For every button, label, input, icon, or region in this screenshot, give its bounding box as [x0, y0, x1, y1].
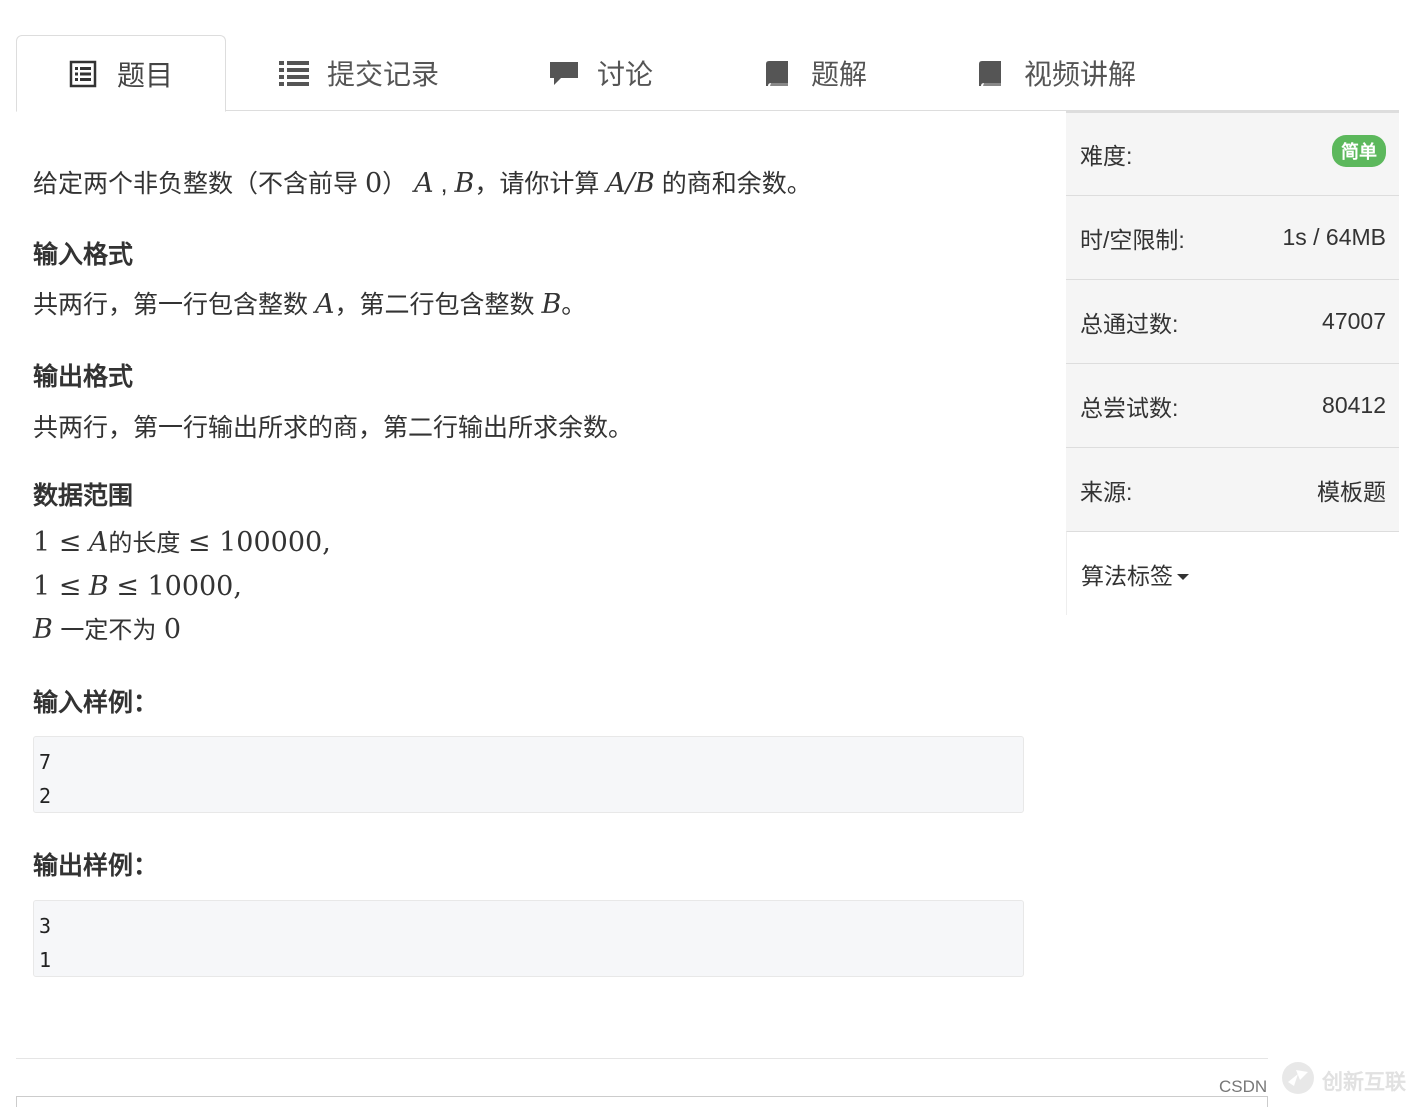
data-range: 1 ≤ A的长度 ≤ 100000, 1 ≤ B ≤ 10000, B 一定不为… — [33, 521, 331, 652]
input-format-text: 共两行，第一行包含整数 A，第二行包含整数 B。 — [33, 285, 586, 321]
tab-discussion[interactable]: 讨论 — [549, 35, 653, 111]
source-label: 来源: — [1080, 478, 1133, 505]
tab-solutions[interactable]: 题解 — [763, 35, 867, 111]
limit-row: 时/空限制: 1s / 64MB — [1066, 195, 1399, 279]
range-line-3: B 一定不为 0 — [33, 608, 331, 652]
tried-label: 总尝试数: — [1080, 394, 1179, 421]
sample-output-block[interactable]: 3 1 — [33, 900, 1024, 977]
range-line-2: 1 ≤ B ≤ 10000, — [33, 565, 331, 608]
sample-input-line: 7 — [39, 750, 52, 774]
problem-info-sidebar: 难度: 简单 时/空限制: 1s / 64MB 总通过数: 47007 总尝试数… — [1066, 111, 1399, 615]
tried-row: 总尝试数: 80412 — [1066, 363, 1399, 447]
book-icon — [976, 59, 1004, 87]
tab-bar: 题目 提交记录 讨论 题解 视频讲解 — [16, 35, 1399, 112]
tried-value: 80412 — [1322, 392, 1386, 418]
range-1-pre: 1 ≤ — [33, 527, 82, 558]
problem-description: 给定两个非负整数（不含前导 0） A , B，请你计算 A/B 的商和余数。 — [33, 164, 812, 200]
algorithm-tags-toggle[interactable]: 算法标签 — [1081, 557, 1189, 591]
caret-down-icon — [1177, 574, 1189, 581]
range-2-post: ≤ 10000, — [116, 571, 242, 602]
range-2-var: B — [88, 571, 109, 602]
desc-comma: , — [440, 170, 448, 198]
comment-icon — [549, 59, 578, 87]
problem-page: 题目 提交记录 讨论 题解 视频讲解 给定两个非负整数（不含前导 0） A , … — [0, 0, 1415, 1107]
sample-input-heading: 输入样例： — [33, 689, 159, 717]
bottom-divider — [16, 1058, 1268, 1059]
input-text-end: 。 — [561, 291, 587, 319]
list-icon — [279, 59, 309, 87]
difficulty-row: 难度: 简单 — [1066, 111, 1399, 195]
passed-row: 总通过数: 47007 — [1066, 279, 1399, 363]
range-3-cn: 一定不为 — [60, 617, 157, 644]
var-a: A — [414, 168, 434, 199]
limit-value: 1s / 64MB — [1282, 224, 1386, 250]
expr-a-div-b: A/B — [606, 168, 655, 199]
bottom-panel-edge — [16, 1096, 1268, 1107]
range-1-post: ≤ 100000, — [187, 527, 331, 558]
tab-video-label: 视频讲解 — [1024, 59, 1137, 90]
sample-input-block[interactable]: 7 2 — [33, 736, 1024, 813]
range-3-var: B — [33, 614, 53, 645]
data-range-heading: 数据范围 — [33, 482, 134, 510]
limit-label: 时/空限制: — [1080, 226, 1185, 253]
output-format-text: 共两行，第一行输出所求的商，第二行输出所求余数。 — [33, 414, 634, 442]
watermark-logo-icon — [1280, 1060, 1316, 1101]
sample-output-line: 1 — [39, 948, 52, 972]
tab-problem-label: 题目 — [116, 59, 173, 91]
tab-solutions-label: 题解 — [811, 59, 868, 90]
source-value: 模板题 — [1317, 478, 1386, 505]
sample-input-line: 2 — [39, 784, 52, 808]
passed-value: 47007 — [1322, 308, 1386, 334]
tab-submissions-label: 提交记录 — [327, 59, 440, 90]
desc-text: 给定两个非负整数（不含前导 — [33, 170, 359, 198]
algorithm-tags-label: 算法标签 — [1081, 562, 1173, 589]
tab-problem[interactable]: 题目 — [16, 35, 226, 112]
range-line-1: 1 ≤ A的长度 ≤ 100000, — [33, 521, 331, 565]
range-2-pre: 1 ≤ — [33, 571, 82, 602]
sample-output-heading: 输出样例： — [33, 852, 159, 880]
algorithm-tags-dropdown[interactable]: 算法标签 — [1066, 531, 1399, 615]
input-var-a: A — [314, 289, 335, 320]
watermark-text: 创新互联 — [1322, 1070, 1406, 1094]
desc-mid: ，请你计算 — [474, 170, 600, 198]
input-text-mid: ，第二行包含整数 — [334, 291, 535, 319]
csdn-mark: CSDN — [1219, 1077, 1268, 1096]
input-var-b: B — [541, 289, 562, 320]
input-format-heading: 输入格式 — [33, 241, 134, 269]
source-row: 来源: 模板题 — [1066, 447, 1399, 531]
difficulty-label: 难度: — [1080, 143, 1133, 169]
difficulty-badge: 简单 — [1332, 135, 1386, 167]
output-format-heading: 输出格式 — [33, 363, 134, 391]
list-alt-icon — [69, 60, 97, 88]
passed-label: 总通过数: — [1080, 310, 1179, 337]
tab-submissions[interactable]: 提交记录 — [279, 35, 439, 111]
range-1-var: A — [88, 527, 109, 558]
range-1-cn: 的长度 — [108, 530, 181, 557]
tab-video[interactable]: 视频讲解 — [976, 35, 1136, 111]
book-icon — [763, 59, 791, 87]
watermark: 创新互联 — [1280, 1060, 1406, 1101]
desc-close: ） — [382, 170, 408, 198]
range-3-num: 0 — [163, 614, 182, 645]
sample-output-line: 3 — [39, 914, 52, 938]
tab-discussion-label: 讨论 — [597, 59, 654, 90]
var-b: B — [454, 168, 475, 199]
input-text-pre: 共两行，第一行包含整数 — [33, 291, 309, 319]
desc-post: 的商和余数。 — [661, 170, 812, 198]
desc-zero: 0 — [364, 168, 383, 199]
